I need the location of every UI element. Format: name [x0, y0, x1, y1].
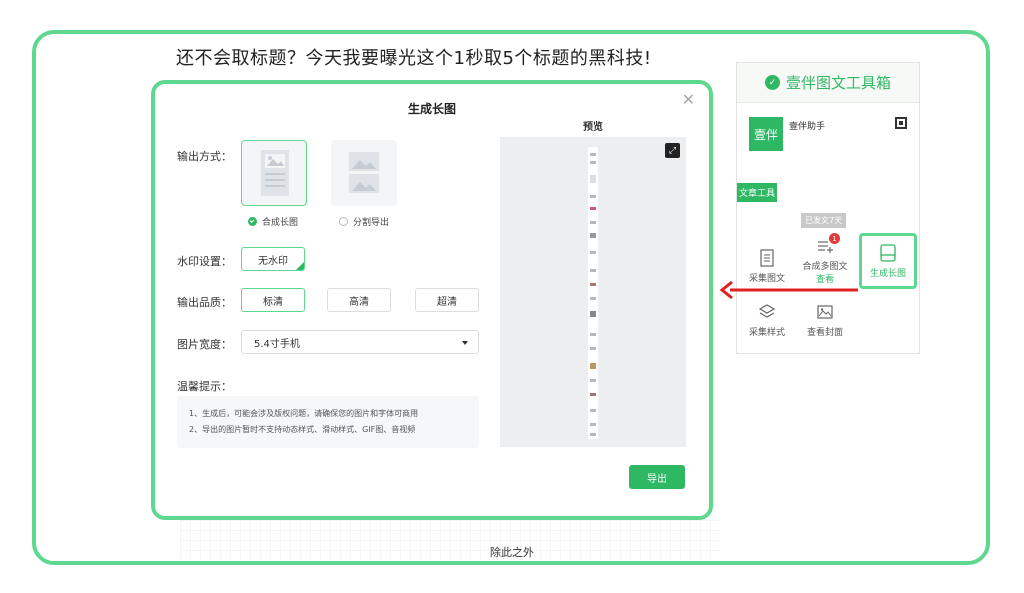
merge-articles-tool[interactable]: 1 合成多图文 查看: [799, 233, 851, 285]
chevron-down-icon: [462, 341, 468, 345]
dialog-title: 生成长图: [407, 102, 456, 116]
long-image-icon: [880, 244, 896, 262]
toolbox-title: 壹伴图文工具箱: [785, 74, 891, 92]
split-image-thumbnail-icon: [349, 152, 379, 193]
quality-uhd-option[interactable]: 超清: [415, 288, 479, 312]
image-width-label: 图片宽度：: [177, 338, 232, 351]
sent-days-tag: 已发文7天: [801, 213, 847, 228]
watermark-label: 水印设置：: [177, 255, 232, 268]
long-image-preview: [588, 147, 598, 439]
toolbox-header: ✓ 壹伴图文工具箱: [737, 63, 919, 103]
generate-long-image-dialog: 生成长图 ✕ 输出方式： 合成长图 分割导出 水印设置： 无水印 输出品质： 标…: [151, 80, 713, 520]
subtitle-text: 除此之外: [490, 546, 534, 559]
toolbox-panel: ✓ 壹伴图文工具箱 壹伴 壹伴助手 文章工具 已发文7天 采集图文 1 合成多图…: [736, 62, 920, 354]
expand-icon[interactable]: ⤢: [665, 143, 680, 158]
no-watermark-option[interactable]: 无水印: [241, 247, 305, 271]
layers-icon: [759, 304, 775, 318]
mode-merge-long-image-option[interactable]: [241, 140, 307, 206]
collect-article-tool[interactable]: 采集图文: [741, 249, 793, 284]
export-button[interactable]: 导出: [629, 465, 685, 489]
avatar: 壹伴: [749, 117, 783, 151]
document-icon: [760, 249, 774, 267]
view-cover-tool[interactable]: 查看封面: [799, 303, 851, 338]
notification-badge: 1: [829, 233, 840, 244]
preview-title: 预览: [583, 122, 603, 133]
image-icon: [817, 305, 833, 319]
tip-line: 1、生成后，可能会涉及版权问题，请确保您的图片和字体可商用: [189, 409, 419, 418]
qr-code-icon[interactable]: [895, 117, 907, 129]
red-arrow-icon: [719, 280, 858, 300]
radio-unchecked-icon: [339, 217, 348, 226]
tips-label: 温馨提示：: [177, 380, 232, 393]
mode-split-radio[interactable]: 分割导出: [339, 215, 389, 228]
close-icon[interactable]: ✕: [682, 90, 695, 109]
preview-area[interactable]: ⤢: [500, 137, 686, 447]
generate-long-image-tool[interactable]: 生成长图: [859, 233, 917, 289]
image-width-select[interactable]: 5.4寸手机: [241, 330, 479, 354]
logo-icon: ✓: [764, 75, 780, 90]
radio-checked-icon: [248, 217, 257, 226]
quality-sd-option[interactable]: 标清: [241, 288, 305, 312]
section-tag: 文章工具: [737, 183, 778, 202]
long-image-thumbnail-icon: [261, 150, 289, 196]
collect-style-tool[interactable]: 采集样式: [741, 303, 793, 338]
quality-hd-option[interactable]: 高清: [327, 288, 391, 312]
tips-box: 1、生成后，可能会涉及版权问题，请确保您的图片和字体可商用 2、导出的图片暂时不…: [177, 396, 479, 448]
tip-line: 2、导出的图片暂时不支持动态样式、滑动样式、GIF图、音视频: [189, 425, 416, 434]
selected-corner-icon: [295, 261, 304, 270]
quality-label: 输出品质：: [177, 296, 232, 309]
mode-merge-radio[interactable]: 合成长图: [248, 215, 298, 228]
video-headline: 还不会取标题？今天我要曝光这个1秒取5个标题的黑科技!: [176, 48, 652, 69]
output-mode-label: 输出方式：: [177, 150, 232, 163]
mode-split-export-option[interactable]: [331, 140, 397, 206]
assistant-name: 壹伴助手: [789, 122, 826, 132]
